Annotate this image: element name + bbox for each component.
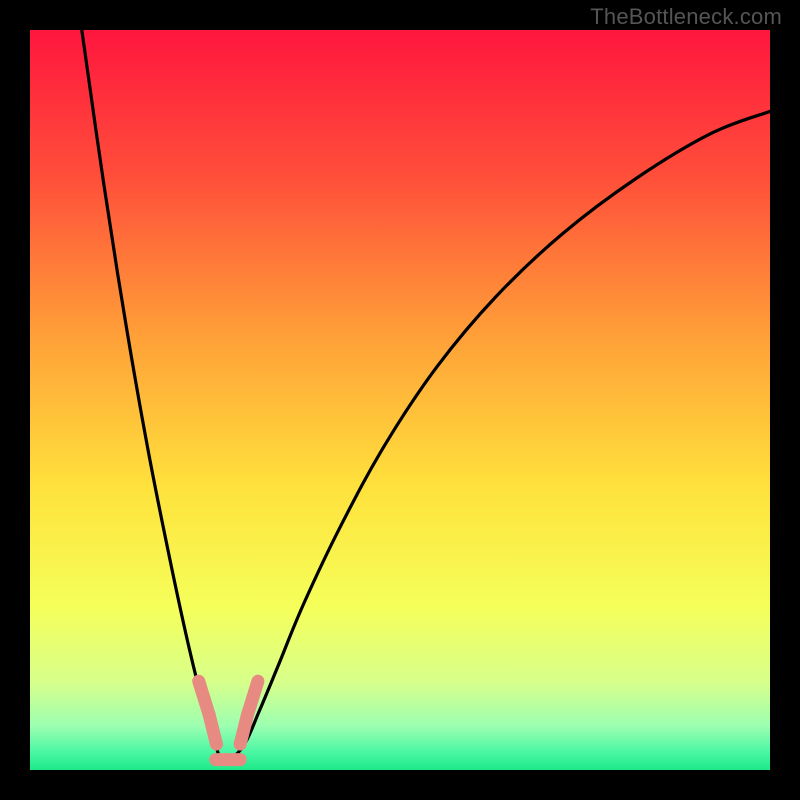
gradient-background xyxy=(30,30,770,770)
chart-svg xyxy=(30,30,770,770)
chart-frame: TheBottleneck.com xyxy=(0,0,800,800)
plot-area xyxy=(30,30,770,770)
valley-marker xyxy=(209,715,216,745)
watermark-text: TheBottleneck.com xyxy=(590,4,782,30)
